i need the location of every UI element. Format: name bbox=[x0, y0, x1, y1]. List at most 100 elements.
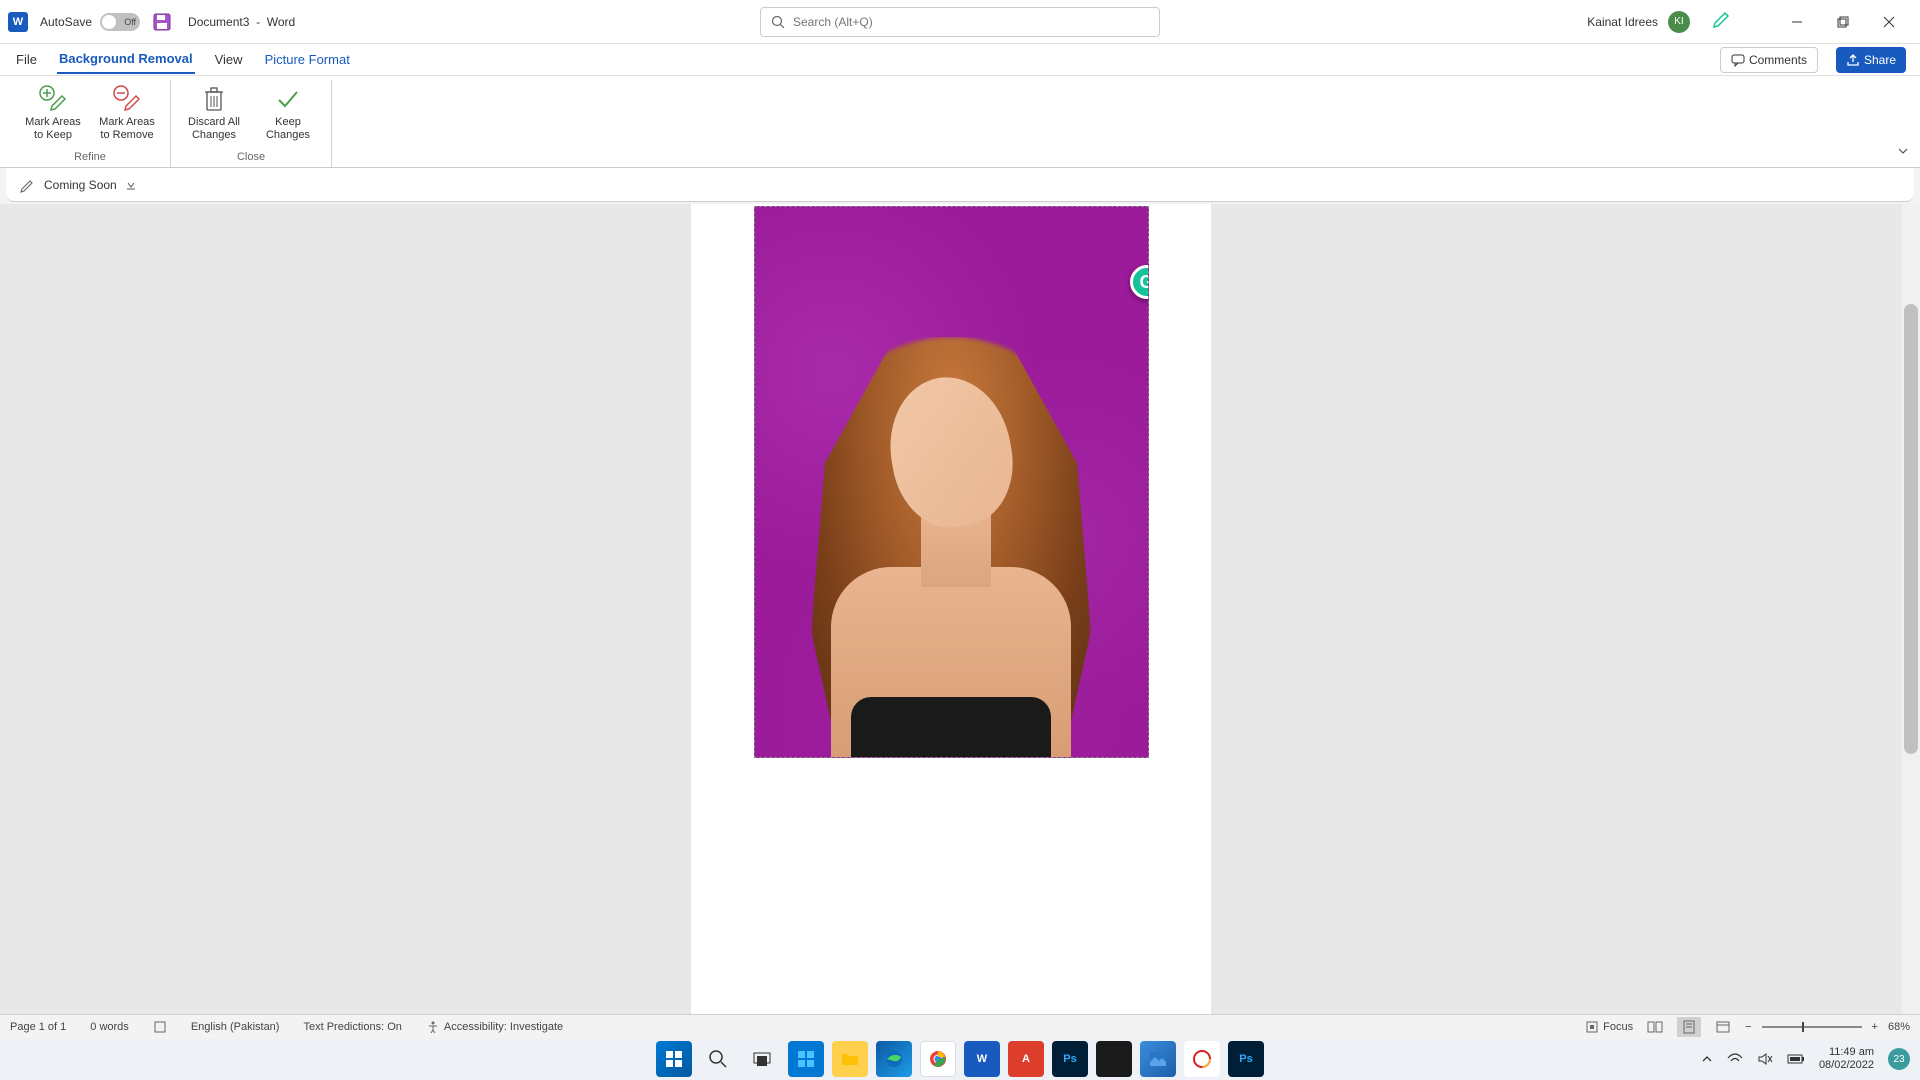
task-view-icon bbox=[752, 1049, 772, 1069]
pencil-minus-icon bbox=[112, 84, 142, 114]
selected-image[interactable]: G bbox=[754, 206, 1149, 758]
photo-icon bbox=[1150, 1052, 1166, 1066]
keep-changes-button[interactable]: Keep Changes bbox=[253, 80, 323, 149]
start-button[interactable] bbox=[656, 1041, 692, 1077]
search-app[interactable] bbox=[700, 1041, 736, 1077]
photos-app[interactable] bbox=[1140, 1041, 1176, 1077]
discard-label: Discard All Changes bbox=[188, 116, 240, 142]
close-button[interactable] bbox=[1866, 0, 1912, 44]
zoom-in-button[interactable]: + bbox=[1872, 1021, 1878, 1033]
search-icon bbox=[771, 15, 785, 29]
widgets-app[interactable] bbox=[788, 1041, 824, 1077]
windows-taskbar: W A Ps Ps 11:49 am 08/02/2022 23 bbox=[0, 1038, 1920, 1080]
maximize-icon bbox=[1837, 16, 1849, 28]
maximize-button[interactable] bbox=[1820, 0, 1866, 44]
ribbon-collapse-button[interactable] bbox=[1896, 144, 1910, 163]
tab-background-removal[interactable]: Background Removal bbox=[57, 45, 195, 74]
print-layout-icon bbox=[1682, 1020, 1696, 1034]
share-button[interactable]: Share bbox=[1836, 47, 1906, 73]
focus-mode-button[interactable]: Focus bbox=[1585, 1020, 1633, 1034]
editor-pen-icon[interactable] bbox=[1712, 9, 1732, 34]
discard-changes-button[interactable]: Discard All Changes bbox=[179, 80, 249, 149]
book-icon bbox=[153, 1020, 167, 1034]
accessibility-icon bbox=[426, 1020, 440, 1034]
read-mode-icon bbox=[1647, 1020, 1663, 1034]
autosave-toggle[interactable]: Off bbox=[100, 13, 140, 31]
widgets-icon bbox=[797, 1050, 815, 1068]
chevron-down-icon[interactable] bbox=[125, 179, 137, 191]
group-label-close: Close bbox=[179, 149, 323, 167]
pencil-plus-icon bbox=[38, 84, 68, 114]
mark-areas-remove-button[interactable]: Mark Areas to Remove bbox=[92, 80, 162, 149]
document-canvas[interactable]: G bbox=[0, 204, 1902, 1038]
comment-icon bbox=[1731, 53, 1745, 67]
editor-tool-icon[interactable] bbox=[20, 177, 36, 193]
comments-button[interactable]: Comments bbox=[1720, 47, 1818, 73]
notifications-badge[interactable]: 23 bbox=[1888, 1048, 1910, 1070]
cc-icon bbox=[1193, 1050, 1211, 1068]
mark-keep-label: Mark Areas to Keep bbox=[25, 116, 81, 142]
zoom-slider[interactable] bbox=[1762, 1026, 1862, 1028]
chevron-up-icon[interactable] bbox=[1701, 1053, 1713, 1065]
minimize-button[interactable] bbox=[1774, 0, 1820, 44]
read-mode-button[interactable] bbox=[1643, 1017, 1667, 1037]
print-layout-button[interactable] bbox=[1677, 1017, 1701, 1037]
creative-cloud-app[interactable] bbox=[1184, 1041, 1220, 1077]
checkmark-icon bbox=[274, 84, 302, 114]
vertical-scrollbar[interactable] bbox=[1902, 204, 1920, 1038]
word-app[interactable]: W bbox=[964, 1041, 1000, 1077]
zoom-out-button[interactable]: − bbox=[1745, 1021, 1751, 1033]
word-count[interactable]: 0 words bbox=[90, 1021, 129, 1033]
clock[interactable]: 11:49 am 08/02/2022 bbox=[1819, 1046, 1874, 1072]
autosave-state: Off bbox=[124, 17, 136, 27]
accessibility-status[interactable]: Accessibility: Investigate bbox=[426, 1020, 563, 1034]
quick-access-bar: Coming Soon bbox=[6, 168, 1914, 202]
word-app-icon: W bbox=[8, 12, 28, 32]
save-icon[interactable] bbox=[152, 12, 172, 32]
edge-app[interactable] bbox=[876, 1041, 912, 1077]
minimize-icon bbox=[1791, 16, 1803, 28]
tab-view[interactable]: View bbox=[213, 46, 245, 73]
chrome-icon bbox=[929, 1050, 947, 1068]
web-layout-icon bbox=[1716, 1020, 1730, 1034]
ribbon-group-refine: Mark Areas to Keep Mark Areas to Remove … bbox=[10, 80, 171, 167]
tab-file[interactable]: File bbox=[14, 46, 39, 73]
zoom-level[interactable]: 68% bbox=[1888, 1021, 1910, 1033]
spell-check-status[interactable] bbox=[153, 1020, 167, 1034]
page: G bbox=[691, 204, 1211, 1038]
mark-remove-label: Mark Areas to Remove bbox=[99, 116, 155, 142]
photoshop-app-2[interactable]: Ps bbox=[1228, 1041, 1264, 1077]
web-layout-button[interactable] bbox=[1711, 1017, 1735, 1037]
user-name: Kainat Idrees bbox=[1587, 15, 1658, 29]
share-icon bbox=[1846, 53, 1860, 67]
volume-icon[interactable] bbox=[1757, 1052, 1773, 1066]
search-icon bbox=[708, 1049, 728, 1069]
autosave-label: AutoSave bbox=[40, 15, 92, 29]
tab-picture-format[interactable]: Picture Format bbox=[263, 46, 352, 73]
status-bar: Page 1 of 1 0 words English (Pakistan) T… bbox=[0, 1014, 1920, 1038]
title-bar: W AutoSave Off Document3 - Word Kainat I… bbox=[0, 0, 1920, 44]
language-status[interactable]: English (Pakistan) bbox=[191, 1021, 280, 1033]
battery-icon[interactable] bbox=[1787, 1052, 1805, 1066]
windows-icon bbox=[664, 1049, 684, 1069]
scrollbar-thumb[interactable] bbox=[1904, 304, 1918, 754]
edge-icon bbox=[885, 1050, 903, 1068]
search-input[interactable] bbox=[793, 15, 1149, 29]
wifi-icon[interactable] bbox=[1727, 1052, 1743, 1066]
photoshop-app[interactable]: Ps bbox=[1052, 1041, 1088, 1077]
page-count[interactable]: Page 1 of 1 bbox=[10, 1021, 66, 1033]
mark-areas-keep-button[interactable]: Mark Areas to Keep bbox=[18, 80, 88, 149]
text-predictions-status[interactable]: Text Predictions: On bbox=[303, 1021, 401, 1033]
folder-icon bbox=[841, 1052, 859, 1066]
ribbon-group-close: Discard All Changes Keep Changes Close bbox=[171, 80, 332, 167]
app-dark[interactable] bbox=[1096, 1041, 1132, 1077]
file-explorer-app[interactable] bbox=[832, 1041, 868, 1077]
task-view-app[interactable] bbox=[744, 1041, 780, 1077]
image-subject bbox=[791, 277, 1111, 757]
chrome-app[interactable] bbox=[920, 1041, 956, 1077]
ribbon: Mark Areas to Keep Mark Areas to Remove … bbox=[0, 76, 1920, 168]
user-avatar[interactable]: KI bbox=[1668, 11, 1690, 33]
search-box[interactable] bbox=[760, 7, 1160, 37]
group-label-refine: Refine bbox=[18, 149, 162, 167]
acrobat-app[interactable]: A bbox=[1008, 1041, 1044, 1077]
